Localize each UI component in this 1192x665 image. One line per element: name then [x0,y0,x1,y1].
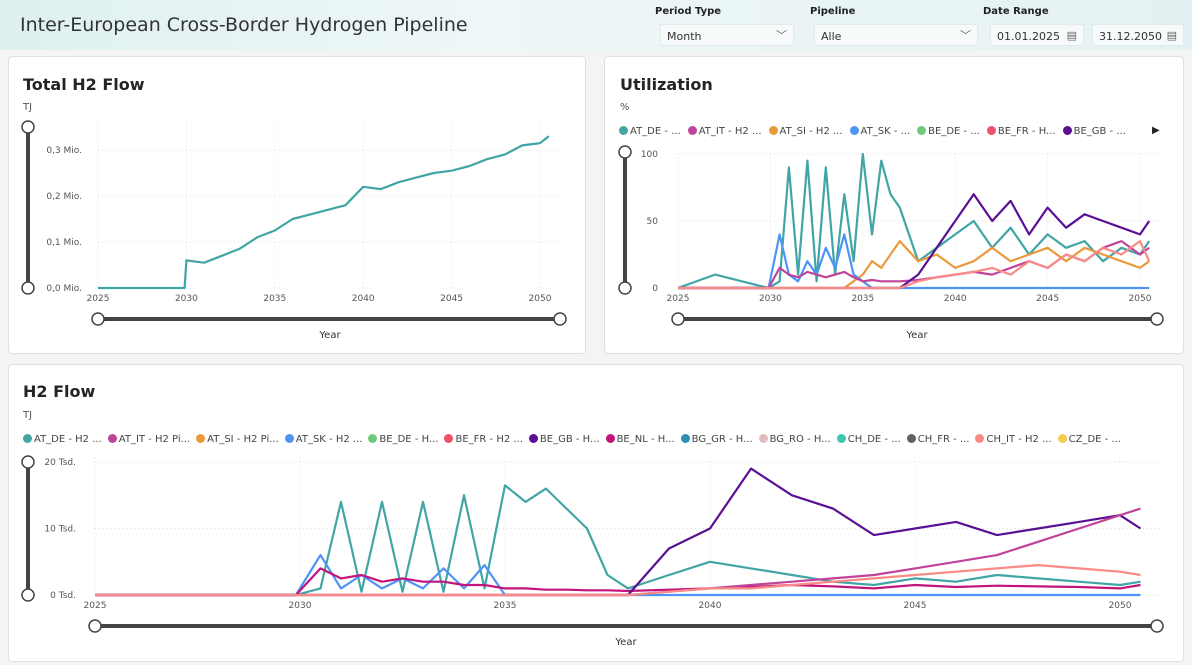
y-tick-label: 0 [652,284,658,294]
y-tick-label: 20 Tsd. [44,458,76,468]
y-tick-label: 10 Tsd. [44,525,76,535]
series-line-AT_DE [98,135,550,290]
y-tick-label: 50 [647,217,659,227]
x-tick-label: 2030 [759,294,782,304]
slider-handle[interactable] [21,455,35,469]
x-tick-label: 2050 [529,294,552,304]
slider-handle[interactable] [553,312,567,326]
x-tick-label: 2030 [289,601,312,611]
slider-handle[interactable] [91,312,105,326]
y-tick-label: 0,0 Mio. [46,284,82,294]
x-axis-title: Year [318,330,341,341]
y-tick-label: 0,1 Mio. [46,238,82,248]
charts-layer: 0,0 Mio. 0,1 Mio. 0,2 Mio. 0,3 Mio. 2025 2030… [21,120,1164,648]
x-tick-label: 2050 [1109,601,1132,611]
x-tick-label: 2025 [667,294,690,304]
x-tick-label: 2040 [352,294,375,304]
x-tick-label: 2045 [904,601,927,611]
series-line-AT_SK [95,553,1141,597]
slider-handle[interactable] [618,145,632,159]
slider-handle[interactable] [88,619,102,633]
y-tick-label: 100 [641,150,658,160]
slider-handle[interactable] [618,281,632,295]
series-line-BE_GB [95,467,1142,597]
x-tick-label: 2045 [440,294,463,304]
slider-handle[interactable] [671,312,685,326]
x-tick-label: 2045 [1036,294,1059,304]
series-line-BE_GB [678,193,1151,290]
y-tick-label: 0,2 Mio. [46,192,82,202]
slider-handle[interactable] [21,120,35,134]
slider-handle[interactable] [1150,619,1164,633]
y-tick-label: 0,3 Mio. [46,146,82,156]
x-tick-label: 2025 [84,601,107,611]
x-tick-label: 2030 [175,294,198,304]
slider-handle[interactable] [1150,312,1164,326]
x-axis-title: Year [905,330,928,341]
x-tick-label: 2040 [699,601,722,611]
x-tick-label: 2035 [263,294,286,304]
series-line-AT_DE [95,484,1141,597]
x-tick-label: 2035 [851,294,874,304]
x-tick-label: 2035 [494,601,517,611]
x-tick-label: 2025 [87,294,110,304]
slider-handle[interactable] [21,588,35,602]
slider-handle[interactable] [21,281,35,295]
x-tick-label: 2040 [944,294,967,304]
x-axis-title: Year [614,637,637,648]
y-tick-label: 0 Tsd. [50,591,76,601]
x-tick-label: 2050 [1129,294,1152,304]
